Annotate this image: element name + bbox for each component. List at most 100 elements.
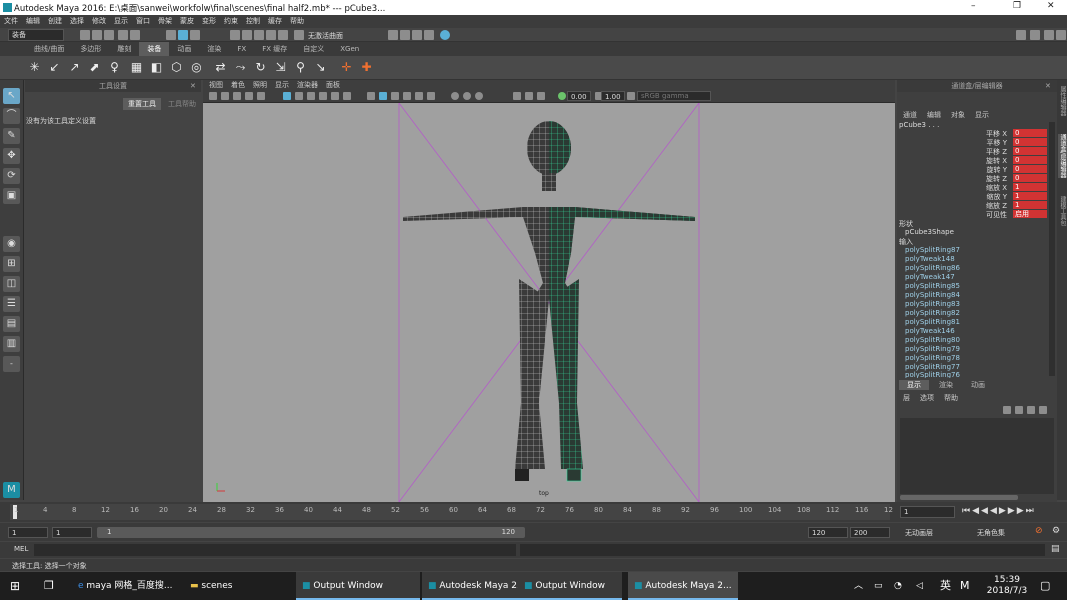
mirror-joint-icon[interactable]: ⬈ bbox=[86, 59, 103, 76]
ik-handle-icon[interactable]: ↙ bbox=[46, 59, 63, 76]
textured-icon[interactable] bbox=[391, 92, 399, 100]
taskbar-item[interactable]: ■ Autodesk Maya 2... bbox=[628, 572, 738, 600]
taskbar-item[interactable]: e maya 网格_百度搜... bbox=[72, 572, 176, 600]
move-layer-up-icon[interactable] bbox=[1003, 406, 1011, 414]
exposure-field[interactable]: 0.00 bbox=[567, 91, 591, 101]
smooth-shade-icon[interactable] bbox=[379, 92, 387, 100]
script-editor-icon[interactable]: ▤ bbox=[1051, 544, 1060, 554]
persp-graph-icon[interactable]: ☰ bbox=[3, 296, 20, 312]
task-view-icon[interactable]: ❐ bbox=[44, 572, 64, 600]
playback-end-field[interactable]: 120 bbox=[808, 527, 848, 538]
current-frame-field[interactable]: 1 bbox=[900, 506, 955, 518]
taskbar-item[interactable]: ■ Output Window bbox=[296, 572, 420, 600]
close-panel-icon[interactable]: ✕ bbox=[190, 82, 196, 90]
save-scene-icon[interactable] bbox=[104, 30, 114, 40]
lattice-icon[interactable]: ⬡ bbox=[168, 59, 185, 76]
open-scene-icon[interactable] bbox=[92, 30, 102, 40]
network-icon[interactable]: ◔ bbox=[894, 572, 908, 600]
select-hierarchy-icon[interactable] bbox=[166, 30, 176, 40]
time-slider[interactable]: 1 4 8 12 16 20 24 28 32 36 40 44 48 52 56 60 64 68 72 76 80 8… bbox=[0, 502, 1067, 522]
persp-outliner-icon[interactable]: ◫ bbox=[3, 276, 20, 292]
two-d-pan-icon[interactable] bbox=[245, 92, 253, 100]
film-gate-icon[interactable] bbox=[295, 92, 303, 100]
parent-constraint-icon[interactable]: ⚲ bbox=[292, 59, 309, 76]
viewport-menu-panels[interactable]: 面板 bbox=[326, 80, 340, 91]
menu-file[interactable]: 文件 bbox=[4, 15, 18, 28]
ambient-occlusion-icon[interactable] bbox=[525, 92, 533, 100]
gamma-field[interactable]: 1.00 bbox=[601, 91, 625, 101]
viewport-menu-lighting[interactable]: 照明 bbox=[253, 80, 267, 91]
wireframe-icon[interactable] bbox=[367, 92, 375, 100]
menu-display[interactable]: 显示 bbox=[114, 15, 128, 28]
more-layouts-icon[interactable]: - bbox=[3, 356, 20, 372]
point-constraint-icon[interactable]: ⇄ bbox=[212, 59, 229, 76]
shelf-tab-animation[interactable]: 动画 bbox=[169, 42, 199, 56]
layer-menu-options[interactable]: 选项 bbox=[920, 393, 934, 403]
history-node[interactable]: polySplitRing79 bbox=[905, 345, 960, 353]
render-current-icon[interactable] bbox=[400, 30, 410, 40]
snap-view-icon[interactable] bbox=[266, 30, 276, 40]
taskbar-item[interactable]: ▬ scenes bbox=[184, 572, 288, 600]
grease-pencil-icon[interactable] bbox=[257, 92, 265, 100]
shelf-tab-sculpting[interactable]: 雕刻 bbox=[109, 42, 139, 56]
channel-row[interactable]: 可见性 启用 bbox=[897, 210, 1047, 219]
reset-tool-button[interactable]: 重置工具 bbox=[123, 98, 161, 110]
shelf-tab-curves[interactable]: 曲线/曲面 bbox=[26, 42, 72, 56]
exposure-icon[interactable] bbox=[513, 92, 521, 100]
snap-grid-icon[interactable] bbox=[230, 30, 240, 40]
show-hidden-icons[interactable]: ︿ bbox=[854, 572, 866, 600]
start-windows-icon[interactable]: ⊞ bbox=[10, 572, 30, 600]
single-perspective-icon[interactable]: ◉ bbox=[3, 236, 20, 252]
viewport-menu-show[interactable]: 显示 bbox=[275, 80, 289, 91]
isolate-select-icon[interactable] bbox=[451, 92, 459, 100]
clock[interactable]: 15:39 2018/7/3 bbox=[984, 572, 1030, 600]
channel-row[interactable]: 平移 Y0 bbox=[897, 138, 1047, 147]
channel-row[interactable]: 平移 Z0 bbox=[897, 147, 1047, 156]
menu-select[interactable]: 选择 bbox=[70, 15, 84, 28]
ime-language[interactable]: 英 bbox=[940, 572, 954, 600]
channel-menu-show[interactable]: 显示 bbox=[975, 110, 989, 120]
move-tool-icon[interactable]: ✥ bbox=[3, 148, 20, 164]
menu-skeleton[interactable]: 骨架 bbox=[158, 15, 172, 28]
playback-controls[interactable]: ⏮◀◀◀▶▶▶⏭ bbox=[962, 506, 1036, 516]
bookmark-icon[interactable] bbox=[221, 92, 229, 100]
channel-row[interactable]: 旋转 Y0 bbox=[897, 165, 1047, 174]
safe-action-icon[interactable] bbox=[343, 92, 351, 100]
grid-icon[interactable] bbox=[283, 92, 291, 100]
shelf-tab-rendering[interactable]: 渲染 bbox=[199, 42, 229, 56]
layer-list[interactable] bbox=[900, 418, 1054, 494]
joint-tool-icon[interactable]: ✳ bbox=[26, 59, 43, 76]
anti-aliasing-icon[interactable] bbox=[537, 92, 545, 100]
volume-icon[interactable]: ◁ bbox=[916, 572, 930, 600]
history-node[interactable]: polySplitRing82 bbox=[905, 309, 960, 317]
history-node[interactable]: polyTweak147 bbox=[905, 273, 955, 281]
freeze-transform-icon[interactable]: ✚ bbox=[358, 59, 375, 76]
viewport-menu-shading[interactable]: 着色 bbox=[231, 80, 245, 91]
bind-skin-icon[interactable]: ▦ bbox=[128, 59, 145, 76]
history-node[interactable]: polySplitRing80 bbox=[905, 336, 960, 344]
move-layer-down-icon[interactable] bbox=[1015, 406, 1023, 414]
workspace-icon[interactable] bbox=[1016, 30, 1026, 40]
aim-constraint-icon[interactable]: ⤳ bbox=[232, 59, 249, 76]
anim-start-field[interactable]: 1 bbox=[8, 527, 48, 538]
anim-end-field[interactable]: 200 bbox=[850, 527, 890, 538]
script-language-label[interactable]: MEL bbox=[14, 545, 28, 553]
playback-start-field[interactable]: 1 bbox=[52, 527, 92, 538]
wireframe-on-shaded-icon[interactable] bbox=[427, 92, 435, 100]
menu-create[interactable]: 创建 bbox=[48, 15, 62, 28]
channel-menu-edit[interactable]: 编辑 bbox=[927, 110, 941, 120]
history-node[interactable]: polySplitRing87 bbox=[905, 246, 960, 254]
history-node[interactable]: polySplitRing84 bbox=[905, 291, 960, 299]
menu-control[interactable]: 控制 bbox=[246, 15, 260, 28]
toggle-attribute-editor-icon[interactable] bbox=[1044, 30, 1054, 40]
camera-attributes-icon[interactable] bbox=[209, 92, 217, 100]
channel-menu-object[interactable]: 对象 bbox=[951, 110, 965, 120]
smooth-skin-icon[interactable]: ◧ bbox=[148, 59, 165, 76]
redo-icon[interactable] bbox=[130, 30, 140, 40]
channel-box-scrollbar[interactable] bbox=[1049, 122, 1055, 376]
rotate-tool-icon[interactable]: ⟳ bbox=[3, 168, 20, 184]
history-node[interactable]: polySplitRing77 bbox=[905, 363, 960, 371]
xray-joints-icon[interactable] bbox=[475, 92, 483, 100]
history-node[interactable]: polySplitRing78 bbox=[905, 354, 960, 362]
history-node[interactable]: polySplitRing85 bbox=[905, 282, 960, 290]
